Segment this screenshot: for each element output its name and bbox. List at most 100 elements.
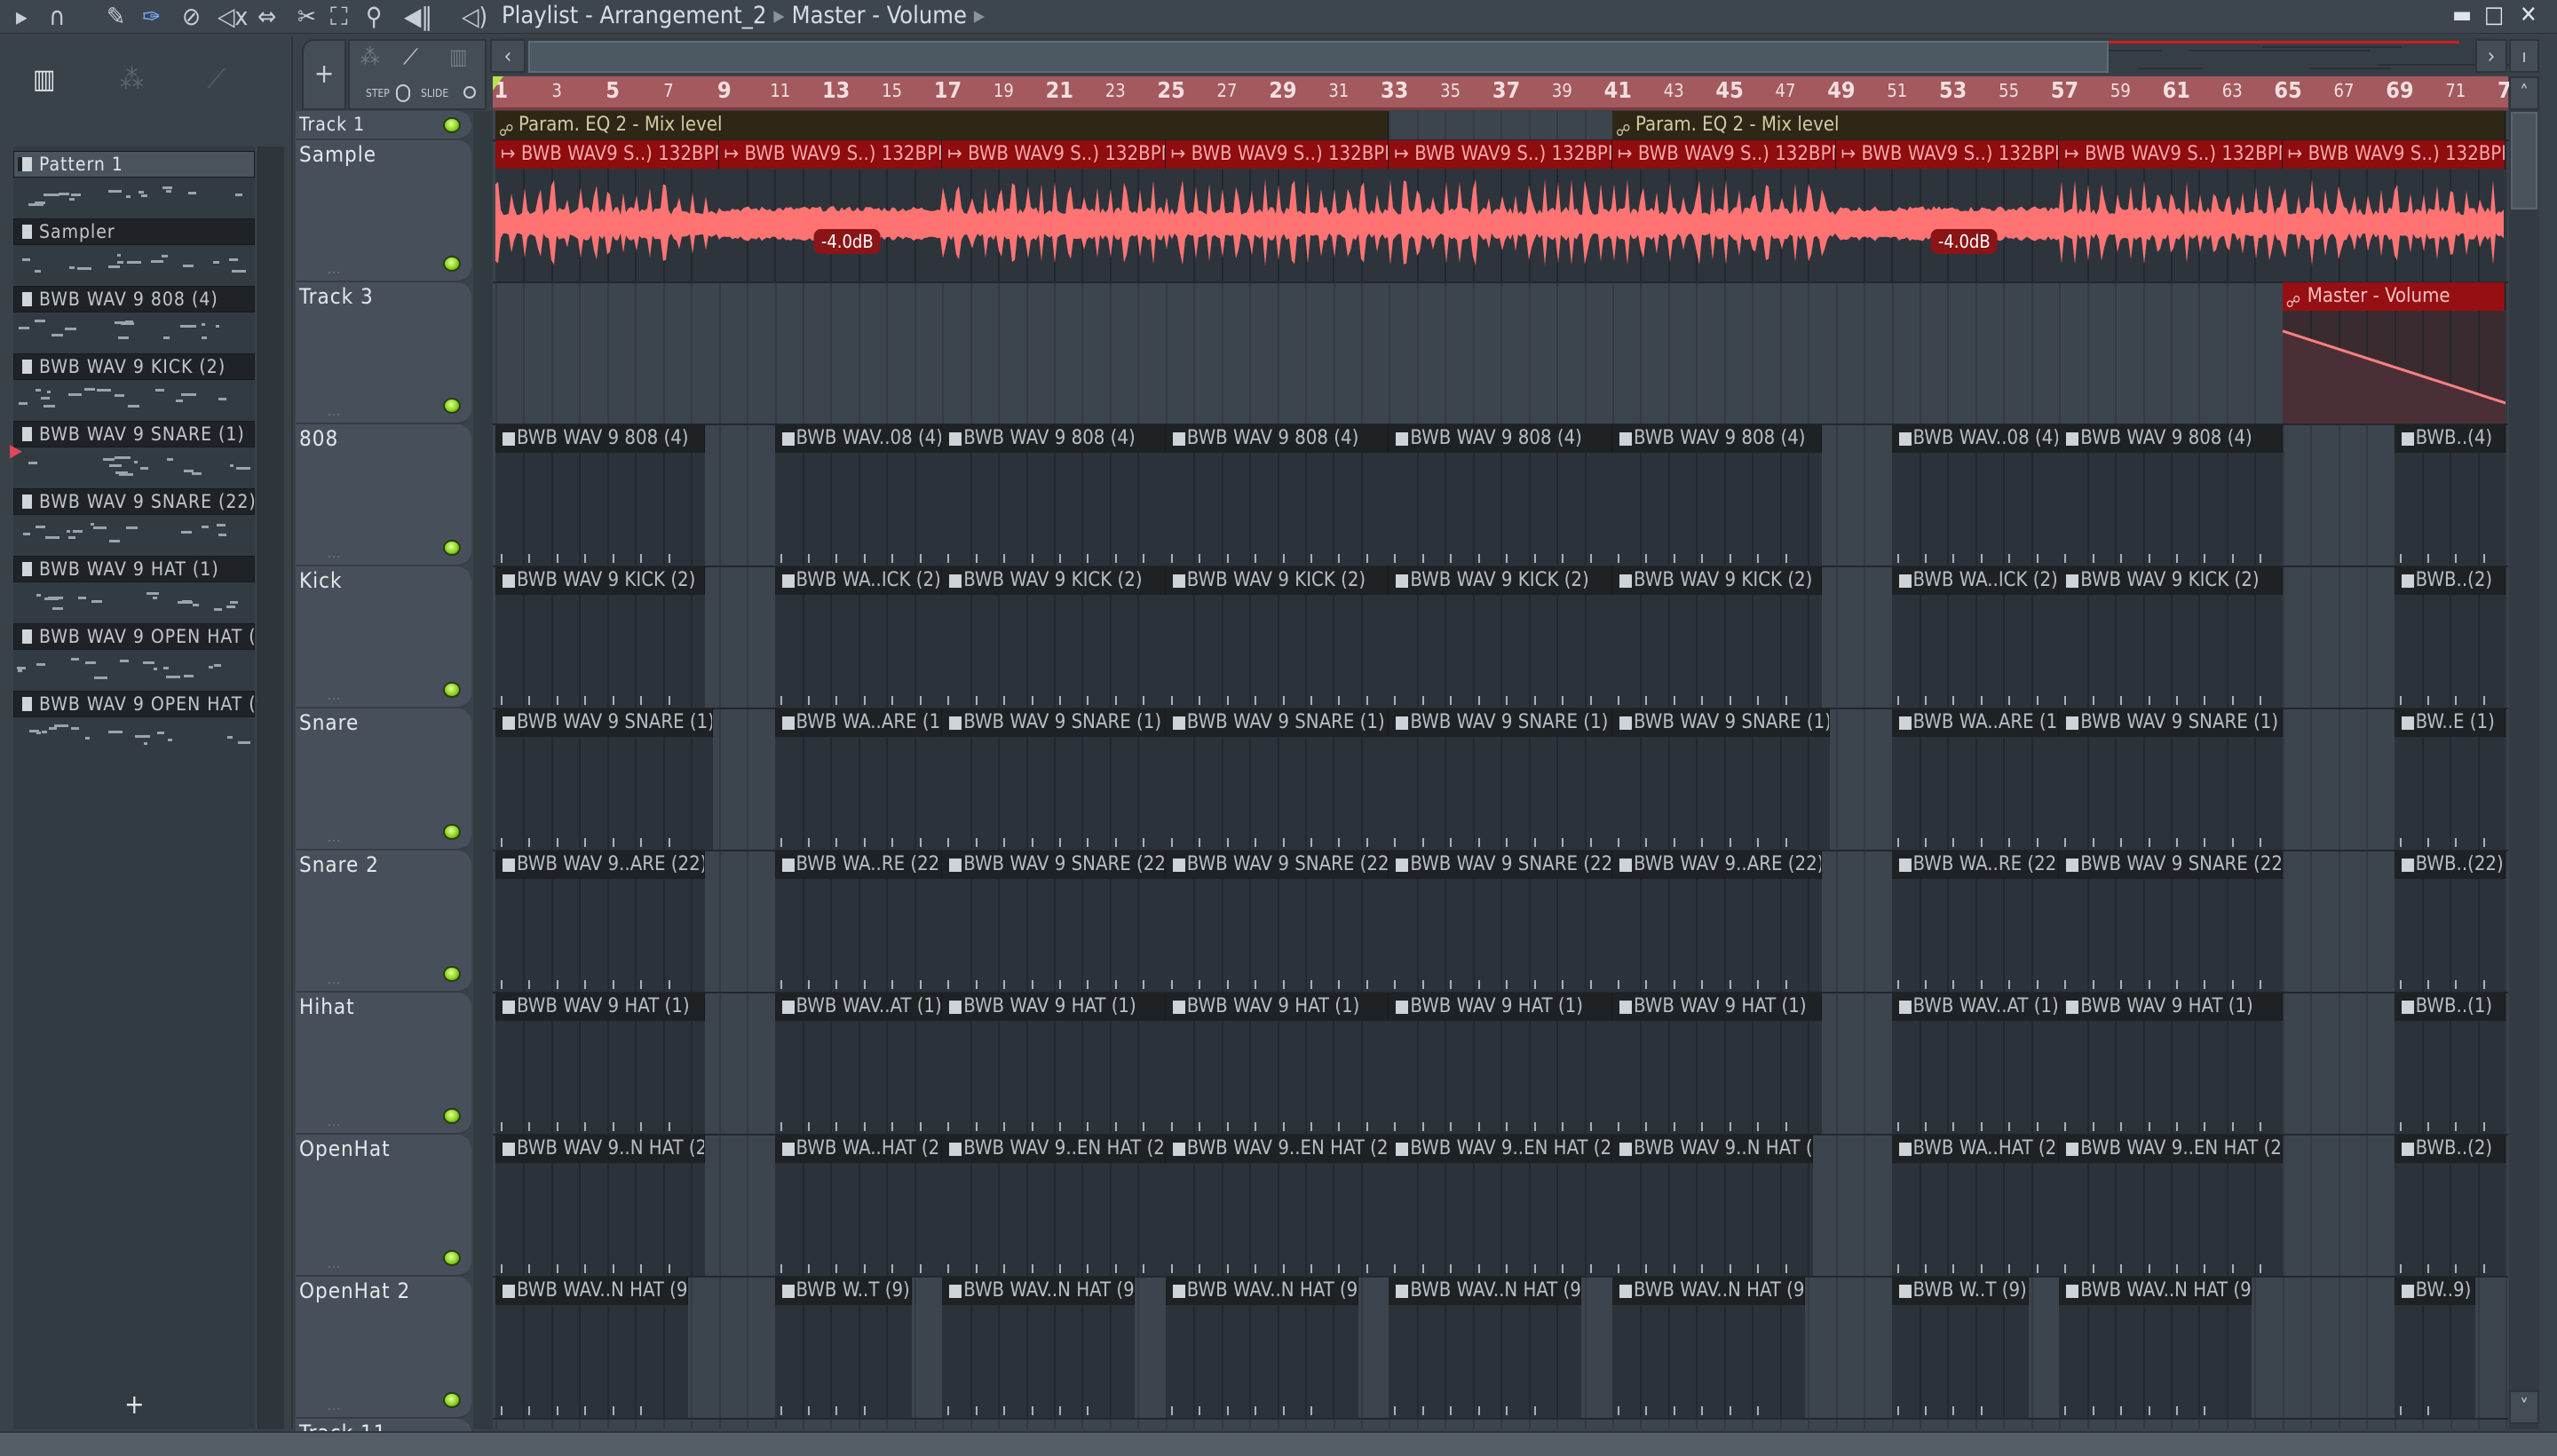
pattern-clip[interactable]: BWB WAV 9 KICK (2) xyxy=(1165,566,1389,708)
pattern-clip[interactable]: BWB WAV 9 SNARE (22) xyxy=(1389,851,1612,992)
track-header[interactable]: Sample... xyxy=(296,140,471,282)
speaker-icon[interactable]: ◁) xyxy=(462,2,487,32)
delete-icon[interactable]: ⊘ xyxy=(182,2,201,32)
pattern-item[interactable]: BWB WAV 9 OPEN HAT (9) xyxy=(13,691,274,717)
close-icon[interactable]: ✕ xyxy=(2520,0,2537,30)
pattern-clip[interactable]: BWB W..T (9) xyxy=(1891,1277,2029,1418)
pattern-clip[interactable]: BWB WAV..N HAT (9) xyxy=(2059,1277,2252,1418)
pattern-clip[interactable]: BWB WA..HAT (2) xyxy=(1891,1135,2060,1276)
pattern-clip[interactable]: BWB WA..ICK (2) xyxy=(774,566,943,708)
pattern-clip[interactable]: BWB WAV 9 808 (4) xyxy=(942,424,1166,566)
track-enable-led[interactable] xyxy=(443,540,461,556)
pattern-list-scrollbar[interactable] xyxy=(257,146,284,1429)
track-enable-led[interactable] xyxy=(443,117,461,133)
scroll-up-button[interactable]: ˄ xyxy=(2509,76,2539,110)
track-enable-led[interactable] xyxy=(443,256,461,272)
track-more-icon[interactable]: ... xyxy=(328,263,341,277)
maximize-icon[interactable]: □ xyxy=(2484,0,2504,30)
pattern-clip[interactable]: BWB WAV 9 SNARE (22) xyxy=(942,851,1166,992)
pattern-clip[interactable]: BWB WAV 9 SNARE (1) xyxy=(1389,708,1612,850)
pattern-clip[interactable]: BWB WAV 9 808 (4) xyxy=(495,424,705,566)
pattern-clip[interactable]: BWB WAV 9..EN HAT (2) xyxy=(1389,1135,1612,1276)
pattern-clip[interactable]: BWB WAV 9 808 (4) xyxy=(1389,424,1612,566)
track-header[interactable]: Track 3... xyxy=(296,282,471,424)
pattern-clip[interactable]: BWB WAV 9 KICK (2) xyxy=(2059,566,2283,708)
pattern-clip[interactable]: BWB WAV 9 SNARE (1) xyxy=(2059,708,2283,850)
track-more-icon[interactable]: ... xyxy=(328,831,341,845)
pattern-clip[interactable]: BWB..(2) xyxy=(2394,1135,2506,1276)
pattern-item[interactable]: BWB WAV 9 SNARE (1) xyxy=(13,421,255,447)
pattern-item[interactable]: BWB WAV 9 HAT (1) xyxy=(13,556,255,582)
pencil-icon[interactable]: ✎ xyxy=(107,2,125,32)
track-header[interactable]: Snare... xyxy=(296,708,471,851)
track-header[interactable]: 808... xyxy=(296,424,471,566)
pattern-clip[interactable]: BWB WAV 9 SNARE (22) xyxy=(1165,851,1389,992)
pattern-item[interactable]: Sampler xyxy=(13,218,255,245)
pattern-item[interactable]: BWB WAV 9 KICK (2) xyxy=(13,353,255,380)
add-track-button[interactable]: + xyxy=(302,39,346,110)
paint-brush-icon[interactable]: ✑ xyxy=(142,2,161,32)
track-header[interactable]: Track 1 xyxy=(296,111,471,140)
pattern-clip[interactable]: BWB WAV..N HAT (9) xyxy=(1612,1277,1805,1418)
pattern-clip[interactable]: BWB WA..ARE (1) xyxy=(1891,708,2060,850)
pattern-clip[interactable]: BWB WAV 9 HAT (1) xyxy=(1612,993,1822,1134)
step-toggle[interactable] xyxy=(396,84,410,102)
pattern-clip[interactable]: BWB..(4) xyxy=(2394,424,2506,566)
playback-icon[interactable]: ◀‖ xyxy=(404,2,432,32)
pattern-clip[interactable]: BWB WAV 9 SNARE (1) xyxy=(1612,708,1831,850)
pattern-clip[interactable]: BWB..(1) xyxy=(2394,993,2506,1134)
pattern-clip[interactable]: BWB WAV..08 (4) xyxy=(1891,424,2060,566)
piano-icon[interactable]: ▥ xyxy=(33,64,56,95)
pattern-clip[interactable]: BWB WAV..N HAT (9) xyxy=(1389,1277,1582,1418)
zoom-icon[interactable]: ⚲ xyxy=(366,2,382,32)
scroll-down-button[interactable]: ˅ xyxy=(2509,1390,2539,1424)
pattern-clip[interactable]: BWB..(22) xyxy=(2394,851,2506,992)
pattern-clip[interactable]: BWB WAV 9 HAT (1) xyxy=(942,993,1166,1134)
pattern-clip[interactable]: BWB WAV 9 SNARE (1) xyxy=(495,708,714,850)
pattern-clip[interactable]: BWB WAV 9 HAT (1) xyxy=(1389,993,1612,1134)
playhead-start-marker[interactable] xyxy=(493,76,503,91)
automation-clip[interactable]: ☍ Param. EQ 2 - Mix level xyxy=(495,111,1389,139)
pattern-clip[interactable]: BWB WAV 9 808 (4) xyxy=(2059,424,2283,566)
pattern-clip[interactable]: BWB WAV 9 HAT (1) xyxy=(2059,993,2283,1134)
pattern-clip[interactable]: BWB WAV 9 808 (4) xyxy=(1165,424,1389,566)
pattern-clip[interactable]: BWB WAV 9 KICK (2) xyxy=(1612,566,1822,708)
mute-icon[interactable]: ◁x xyxy=(218,2,248,32)
pattern-clip[interactable]: BW..E (1) xyxy=(2394,708,2506,850)
track-more-icon[interactable]: ... xyxy=(328,689,341,703)
pattern-clip[interactable]: BWB WA..RE (22) xyxy=(774,851,943,992)
pattern-clip[interactable]: BWB WAV 9 HAT (1) xyxy=(495,993,705,1134)
pattern-clip[interactable]: BWB WA..ARE (1) xyxy=(774,708,943,850)
track-more-icon[interactable]: ... xyxy=(328,1257,341,1271)
automation-icon[interactable]: ⟋ xyxy=(403,44,418,69)
track-header[interactable]: OpenHat... xyxy=(296,1135,471,1277)
pattern-clip[interactable]: BWB WAV 9 SNARE (1) xyxy=(1165,708,1389,850)
track-enable-led[interactable] xyxy=(443,398,461,414)
audio-wave-icon[interactable]: ⁂ xyxy=(120,64,144,95)
pattern-clip[interactable]: BWB WAV..08 (4) xyxy=(774,424,943,566)
pattern-clip[interactable]: BWB WAV..N HAT (9) xyxy=(495,1277,688,1418)
pattern-clip[interactable]: BWB WAV..AT (1) xyxy=(774,993,943,1134)
pattern-item[interactable]: BWB WAV 9 808 (4) xyxy=(13,286,255,313)
audio-wave-icon[interactable]: ⁂ xyxy=(360,44,380,69)
pattern-clip[interactable]: BWB WAV 9..N HAT (2) xyxy=(495,1135,705,1276)
track-enable-led[interactable] xyxy=(443,824,461,840)
pattern-clip[interactable]: BWB WAV 9 SNARE (22) xyxy=(2059,851,2283,992)
track-enable-led[interactable] xyxy=(443,1392,461,1408)
scrollbar-thumb[interactable] xyxy=(2511,112,2537,210)
piano-icon[interactable]: ▥ xyxy=(449,44,467,69)
pattern-clip[interactable]: BWB WAV 9 KICK (2) xyxy=(1389,566,1612,708)
scroll-right-button[interactable]: › xyxy=(2475,39,2507,73)
pattern-clip[interactable]: BWB WAV 9 SNARE (1) xyxy=(942,708,1166,850)
vertical-scrollbar[interactable]: ˄ ˅ xyxy=(2509,76,2539,1429)
pattern-clip[interactable]: BWB WAV 9 KICK (2) xyxy=(495,566,705,708)
pattern-clip[interactable]: BWB..(2) xyxy=(2394,566,2506,708)
zoom-handle[interactable]: ı xyxy=(2509,39,2539,73)
pattern-item[interactable]: BWB WAV 9 OPEN HAT (2) xyxy=(13,623,274,650)
magnet-snap-icon[interactable]: ∩ xyxy=(49,2,65,32)
title-target[interactable]: Master - Volume xyxy=(792,2,967,29)
pattern-clip[interactable]: BWB WAV 9..ARE (22) xyxy=(1612,851,1822,992)
track-more-icon[interactable]: ... xyxy=(328,1399,341,1413)
chevron-right-icon[interactable]: ▸ xyxy=(974,2,985,29)
pattern-clip[interactable]: BWB WAV 9..EN HAT (2) xyxy=(942,1135,1166,1276)
